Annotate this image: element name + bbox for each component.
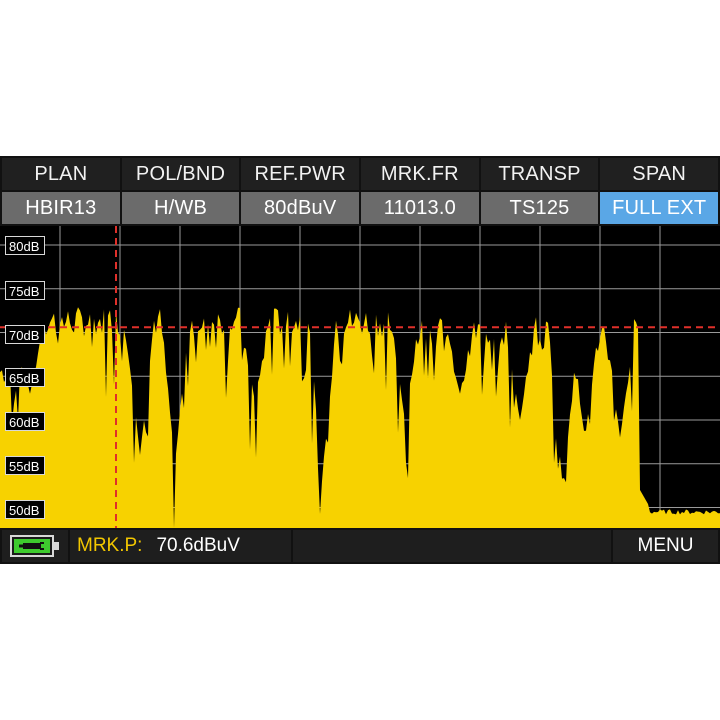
marker-readout: MRK.P: 70.6dBuV	[70, 530, 291, 562]
tab-plan[interactable]: PLAN	[2, 158, 120, 190]
tab-span[interactable]: SPAN	[600, 158, 719, 190]
battery-status	[2, 530, 68, 562]
marker-power-label: MRK.P:	[77, 535, 143, 556]
parameter-header-row: PLAN POL/BND REF.PWR MRK.FR TRANSP SPAN	[2, 158, 719, 190]
device-screen: PLAN POL/BND REF.PWR MRK.FR TRANSP SPAN …	[0, 156, 720, 564]
db-label-60: 60dB	[5, 412, 45, 431]
status-spacer	[293, 530, 611, 562]
db-label-80: 80dB	[5, 236, 45, 255]
spectrum-plot	[0, 226, 720, 528]
tab-mrk-fr[interactable]: MRK.FR	[361, 158, 479, 190]
parameter-value-row: HBIR13 H/WB 80dBuV 11013.0 TS125 FULL EX…	[2, 192, 719, 224]
ref-pwr-value[interactable]: 80dBuV	[241, 192, 360, 224]
menu-button[interactable]: MENU	[613, 530, 718, 562]
battery-charging-icon	[10, 535, 59, 557]
spectrum-display[interactable]: 80dB 75dB 70dB 65dB 60dB 55dB 50dB	[0, 226, 720, 528]
db-label-70: 70dB	[5, 325, 45, 344]
spectrum-trace	[0, 307, 720, 528]
mrk-fr-value[interactable]: 11013.0	[361, 192, 479, 224]
db-label-75: 75dB	[5, 281, 45, 300]
db-label-50: 50dB	[5, 500, 45, 519]
marker-power-value: 70.6dBuV	[156, 535, 240, 556]
db-label-55: 55dB	[5, 456, 45, 475]
status-bar: MRK.P: 70.6dBuV MENU	[0, 530, 720, 564]
tab-pol-bnd[interactable]: POL/BND	[121, 158, 240, 190]
tab-transp[interactable]: TRANSP	[480, 158, 599, 190]
db-label-65: 65dB	[5, 368, 45, 387]
span-value[interactable]: FULL EXT	[600, 192, 719, 224]
tab-ref-pwr[interactable]: REF.PWR	[241, 158, 360, 190]
transp-value[interactable]: TS125	[480, 192, 599, 224]
pol-bnd-value[interactable]: H/WB	[121, 192, 240, 224]
plan-value[interactable]: HBIR13	[2, 192, 120, 224]
